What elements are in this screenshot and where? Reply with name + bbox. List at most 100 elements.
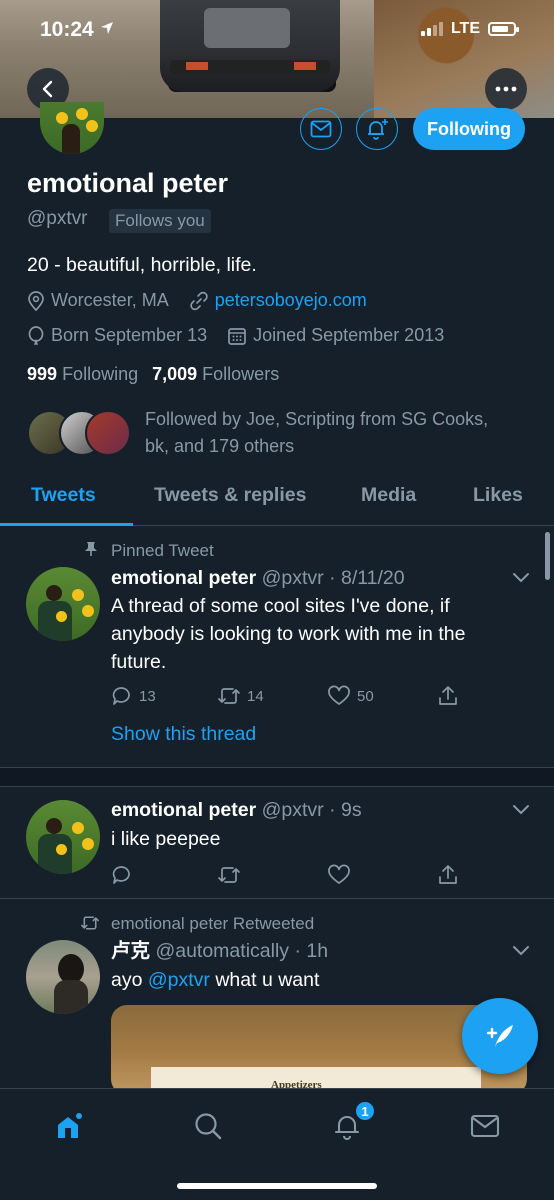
battery-icon: [488, 22, 519, 36]
compose-icon: [486, 1025, 513, 1047]
profile-meta-row-2: Born September 13 Joined September 2013: [27, 325, 464, 346]
profile-location: Worcester, MA: [27, 290, 169, 311]
home-indicator[interactable]: [177, 1183, 377, 1189]
divider: [0, 898, 554, 899]
mutual-followers-avatars[interactable]: [27, 410, 131, 458]
like-button[interactable]: 50: [327, 685, 437, 707]
following-count-label: Following: [62, 364, 139, 384]
tweet-author-name[interactable]: emotional peter: [111, 567, 256, 589]
more-icon: [495, 86, 517, 92]
tweet-text: i like peepee: [111, 828, 221, 850]
profile-website[interactable]: petersoboyejo.com: [189, 290, 367, 311]
messages-icon: [470, 1114, 500, 1138]
like-icon: [328, 864, 350, 884]
follow-counts: 999 Following 7,009 Followers: [27, 364, 279, 385]
retweet-button[interactable]: 14: [217, 685, 327, 707]
joined-text: Joined September 2013: [253, 325, 445, 345]
followed-by-text[interactable]: Followed by Joe, Scripting from SG Cooks…: [145, 406, 525, 460]
location-arrow-icon: [100, 22, 113, 34]
tab-search[interactable]: [188, 1109, 228, 1143]
balloon-icon: [28, 325, 44, 345]
reply-icon: [112, 866, 130, 884]
share-button[interactable]: [437, 685, 459, 707]
tweet-text-line: A thread of some cool sites I've done, i…: [111, 595, 450, 617]
tweet-author-name[interactable]: emotional peter: [111, 799, 256, 821]
tweet-text-line: anybody is looking to work with me in th…: [111, 623, 466, 645]
tweet-handle-time: @pxtvr · 9s: [261, 799, 362, 821]
followers-count-link[interactable]: 7,009 Followers: [152, 364, 279, 385]
profile-handle: @pxtvr: [27, 208, 88, 229]
share-button[interactable]: [437, 864, 459, 886]
tab-media[interactable]: Media: [361, 484, 416, 507]
tweet-avatar[interactable]: [26, 940, 100, 1014]
tweet-actions: [111, 864, 459, 886]
tweet-actions: 13 14 50: [111, 685, 459, 707]
notifications-badge: 1: [354, 1100, 376, 1122]
profile-birthday: Born September 13: [27, 325, 207, 346]
tweet-author-name[interactable]: 卢克: [111, 940, 150, 962]
tweet-avatar[interactable]: [26, 800, 100, 874]
profile-avatar[interactable]: [40, 102, 104, 154]
compose-tweet-button[interactable]: [462, 998, 538, 1074]
profile-name: emotional peter: [27, 168, 229, 198]
retweet-button[interactable]: [217, 864, 327, 886]
tweet-context-label: emotional peter Retweeted: [111, 914, 315, 933]
tweet-text-part: ayo: [111, 969, 148, 991]
tweet-handle-time: @pxtvr · 8/11/20: [261, 567, 405, 589]
mail-icon: [310, 120, 332, 138]
divider: [0, 786, 554, 787]
tab-likes[interactable]: Likes: [473, 484, 523, 507]
following-count-link[interactable]: 999 Following: [27, 364, 138, 385]
status-time: 10:24: [40, 18, 114, 42]
website-link[interactable]: petersoboyejo.com: [215, 290, 367, 311]
tab-home[interactable]: [49, 1109, 89, 1143]
chevron-down-icon[interactable]: [512, 945, 530, 957]
profile-tabs: Tweets Tweets & replies Media Likes: [0, 470, 554, 526]
link-icon: [189, 291, 208, 310]
signal-icon: [420, 22, 443, 36]
tab-tweets-replies[interactable]: Tweets & replies: [154, 484, 306, 507]
profile-meta-row-1: Worcester, MA petersoboyejo.com: [27, 290, 387, 311]
profile-bio: 20 - beautiful, horrible, life.: [27, 254, 257, 276]
retweet-context-icon: [81, 916, 99, 930]
mutual-avatar: [85, 410, 131, 456]
bell-plus-icon: [368, 119, 388, 140]
pin-icon: [85, 542, 97, 556]
tab-tweets[interactable]: Tweets: [31, 484, 96, 507]
home-icon: [58, 1113, 82, 1138]
followed-by-line: Followed by Joe, Scripting from SG Cooks…: [145, 409, 489, 429]
reply-button[interactable]: [111, 864, 217, 886]
tab-active-indicator: [0, 523, 133, 526]
calendar-icon: [228, 327, 246, 345]
like-icon: [328, 685, 350, 705]
followers-count: 7,009: [152, 364, 198, 384]
reply-button[interactable]: 13: [111, 685, 217, 707]
following-button[interactable]: Following: [413, 108, 525, 150]
tweet-header: emotional peter @pxtvr · 9s: [111, 796, 362, 824]
mention-link[interactable]: @pxtvr: [148, 969, 210, 991]
message-button[interactable]: [300, 108, 342, 150]
notifications-toggle-button[interactable]: [356, 108, 398, 150]
tweet-text-part: what u want: [209, 969, 320, 991]
retweet-count: 14: [247, 687, 264, 705]
retweet-icon: [218, 688, 240, 704]
tweet-avatar[interactable]: [26, 567, 100, 641]
tweet-header: 卢克 @automatically · 1h: [111, 937, 328, 965]
show-thread-link[interactable]: Show this thread: [111, 720, 256, 748]
chevron-down-icon[interactable]: [512, 572, 530, 584]
chevron-down-icon[interactable]: [512, 804, 530, 816]
location-text: Worcester, MA: [51, 290, 169, 310]
profile-joined: Joined September 2013: [227, 325, 444, 346]
location-icon: [28, 290, 44, 311]
more-options-button[interactable]: [485, 68, 527, 110]
following-count: 999: [27, 364, 58, 384]
network-label: LTE: [450, 20, 480, 37]
like-button[interactable]: [327, 864, 437, 886]
back-arrow-icon: [42, 80, 53, 98]
tab-messages[interactable]: [465, 1109, 505, 1143]
tweet-context-label: Pinned Tweet: [111, 541, 214, 560]
scrollbar[interactable]: [545, 532, 550, 580]
like-count: 50: [357, 687, 374, 705]
share-icon: [439, 686, 457, 705]
tweet-text-line: future.: [111, 651, 167, 673]
